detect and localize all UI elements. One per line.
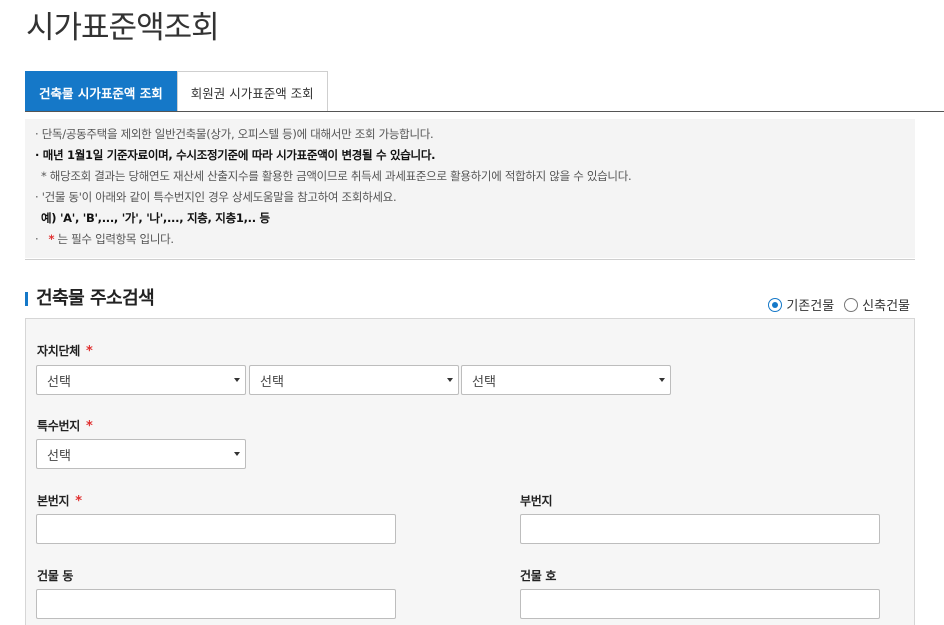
municipality-label: 자치단체 *: [37, 342, 93, 359]
sub-lot-label: 부번지: [520, 494, 553, 508]
tab-divider: [25, 111, 944, 112]
caret-down-icon: [659, 378, 665, 382]
notice-required-text: 는 필수 입력항목 입니다.: [54, 232, 175, 246]
radio-label: 기존건물: [786, 299, 835, 314]
notice-required-prefix: ·: [35, 232, 42, 246]
radio-unchecked-icon[interactable]: [844, 297, 859, 312]
caret-down-icon: [234, 378, 240, 382]
notice-box: · 단독/공동주택을 제외한 일반건축물(상가, 오피스텔 등)에 대해서만 조…: [25, 119, 915, 258]
select-value: 선택: [260, 374, 284, 390]
address-search-form: 자치단체 * 선택 선택 선택 특수번지 * 선택 본번지 * 부번지 건물 동 건물…: [25, 318, 915, 625]
municipality-select-3[interactable]: 선택: [461, 365, 671, 395]
radio-new-building[interactable]: 신축건물: [844, 295, 910, 314]
building-ho-label: 건물 호: [520, 569, 557, 583]
special-lot-select[interactable]: 선택: [36, 439, 246, 469]
radio-existing-building[interactable]: 기존건물: [768, 295, 834, 314]
main-lot-label-text: 본번지: [37, 494, 70, 508]
building-type-radio-group: 기존건물 신축건물: [758, 295, 910, 314]
caret-down-icon: [447, 378, 453, 382]
select-value: 선택: [47, 374, 71, 390]
notice-required-line: · * 는 필수 입력항목 입니다.: [35, 229, 915, 250]
required-star-icon: *: [85, 419, 93, 434]
tab-bar: 건축물 시가표준액 조회 회원권 시가표준액 조회: [25, 71, 328, 112]
special-lot-label: 특수번지 *: [37, 417, 93, 434]
select-value: 선택: [472, 374, 496, 390]
municipality-select-1[interactable]: 선택: [36, 365, 246, 395]
required-star-icon: *: [75, 494, 82, 509]
municipality-select-2[interactable]: 선택: [249, 365, 459, 395]
radio-checked-icon[interactable]: [768, 297, 783, 312]
main-lot-input[interactable]: [36, 514, 396, 544]
notice-line: · 매년 1월1일 기준자료이며, 수시조정기준에 따라 시가표준액이 변경될 …: [35, 148, 436, 162]
select-value: 선택: [47, 448, 71, 464]
page-title: 시가표준액조회: [26, 10, 220, 46]
notice-line: · '건물 동'이 아래와 같이 특수번지인 경우 상세도움말을 참고하여 조회…: [35, 190, 397, 204]
caret-down-icon: [234, 452, 240, 456]
required-star-icon: *: [85, 344, 93, 359]
section-title: 건축물 주소검색: [36, 288, 155, 309]
building-ho-input[interactable]: [520, 589, 880, 619]
building-dong-input[interactable]: [36, 589, 396, 619]
radio-label: 신축건물: [862, 299, 910, 314]
main-lot-label: 본번지 *: [37, 492, 82, 509]
special-lot-label-text: 특수번지: [37, 419, 80, 433]
tab-building-standard-price[interactable]: 건축물 시가표준액 조회: [25, 71, 177, 112]
notice-line: · 단독/공동주택을 제외한 일반건축물(상가, 오피스텔 등)에 대해서만 조…: [35, 127, 434, 141]
notice-line: * 해당조회 결과는 당해연도 재산세 산출지수를 활용한 금액이므로 취득세 …: [41, 169, 632, 183]
sub-lot-input[interactable]: [520, 514, 880, 544]
notice-divider: [25, 259, 915, 260]
section-bar-marker: [25, 292, 28, 306]
tab-membership-standard-price[interactable]: 회원권 시가표준액 조회: [176, 71, 328, 112]
municipality-label-text: 자치단체: [37, 344, 80, 358]
building-dong-label: 건물 동: [37, 569, 74, 583]
notice-line: 예) 'A', 'B',..., '가', '나',..., 지층, 지층1,.…: [41, 211, 270, 225]
section-header: 건축물 주소검색: [25, 284, 155, 310]
